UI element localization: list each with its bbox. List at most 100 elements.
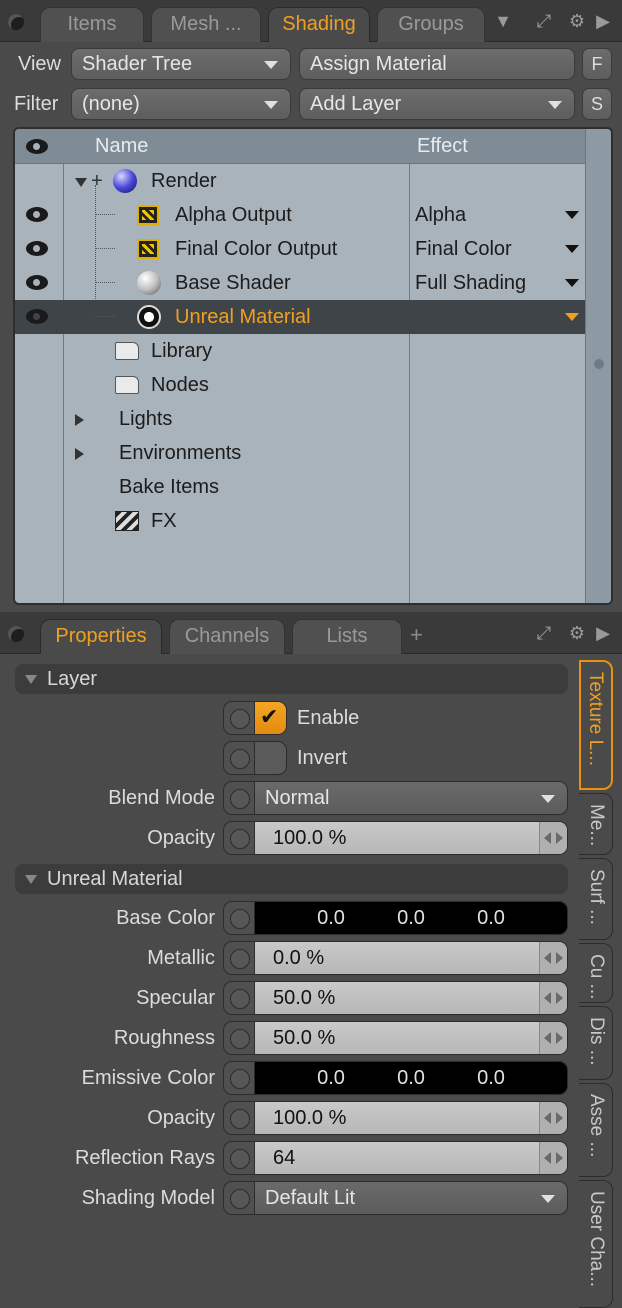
- base-color-b[interactable]: 0.0: [461, 902, 521, 934]
- visibility-eye-icon[interactable]: [26, 241, 48, 256]
- side-tab-curves[interactable]: Cu ...: [579, 943, 613, 1003]
- tree-row-nodes[interactable]: Nodes: [15, 368, 587, 402]
- s-button[interactable]: S: [582, 88, 612, 120]
- emissive-color-field[interactable]: 0.0 0.0 0.0: [254, 1061, 568, 1095]
- column-name-header[interactable]: Name: [95, 129, 148, 164]
- scroll-handle[interactable]: [594, 359, 604, 369]
- chevron-down-icon[interactable]: [565, 279, 579, 287]
- tree-row-library[interactable]: Library: [15, 334, 587, 368]
- spinner-arrows-icon[interactable]: [539, 822, 567, 854]
- effect-value: Full Shading: [415, 272, 527, 294]
- tree-connector: [95, 282, 115, 283]
- tab-lists[interactable]: Lists: [292, 619, 402, 654]
- tree-scrollbar[interactable]: [585, 129, 611, 603]
- unreal-material-section-header[interactable]: Unreal Material: [15, 864, 568, 894]
- tab-channels[interactable]: Channels: [169, 619, 285, 654]
- spinner-arrows-icon[interactable]: [539, 1142, 567, 1174]
- f-button[interactable]: F: [582, 48, 612, 80]
- blend-mode-dropdown[interactable]: Normal: [254, 781, 568, 815]
- metallic-anim-knob[interactable]: [223, 941, 255, 975]
- filter-dropdown[interactable]: (none): [71, 88, 291, 120]
- side-tab-material[interactable]: Me...: [579, 793, 613, 855]
- collapse-triangle-icon[interactable]: [75, 178, 87, 187]
- expand-triangle-icon[interactable]: [75, 414, 84, 426]
- base-color-anim-knob[interactable]: [223, 901, 255, 935]
- add-layer-dropdown[interactable]: Add Layer: [299, 88, 575, 120]
- base-color-field[interactable]: 0.0 0.0 0.0: [254, 901, 568, 935]
- chevron-right-icon[interactable]: ▶: [596, 621, 610, 645]
- tab-mesh[interactable]: Mesh ...: [151, 7, 261, 42]
- chevron-right-icon[interactable]: ▶: [596, 9, 610, 33]
- tree-row-final-color-output[interactable]: Final Color Output Final Color: [15, 232, 587, 266]
- visibility-eye-icon[interactable]: [26, 275, 48, 290]
- column-effect-header[interactable]: Effect: [417, 129, 468, 164]
- chevron-down-icon[interactable]: [565, 211, 579, 219]
- invert-anim-knob[interactable]: [223, 741, 255, 775]
- layer-opacity-anim-knob[interactable]: [223, 821, 255, 855]
- shading-model-dropdown[interactable]: Default Lit: [254, 1181, 568, 1215]
- undock-icon[interactable]: ⤢: [532, 621, 556, 645]
- visibility-eye-icon[interactable]: [26, 207, 48, 222]
- spinner-arrows-icon[interactable]: [539, 982, 567, 1014]
- side-tab-displacement[interactable]: Dis ...: [579, 1006, 613, 1080]
- tree-row-alpha-output[interactable]: Alpha Output Alpha: [15, 198, 587, 232]
- emissive-color-b[interactable]: 0.0: [461, 1062, 521, 1094]
- roughness-field[interactable]: 50.0 %: [254, 1021, 568, 1055]
- reflection-rays-field[interactable]: 64: [254, 1141, 568, 1175]
- tab-properties[interactable]: Properties: [40, 619, 162, 654]
- specular-field[interactable]: 50.0 %: [254, 981, 568, 1015]
- tree-row-fx[interactable]: FX: [15, 504, 587, 538]
- panel-menu-dot-icon[interactable]: [8, 14, 24, 30]
- specular-anim-knob[interactable]: [223, 981, 255, 1015]
- side-tab-user-channels[interactable]: User Cha...: [579, 1180, 613, 1308]
- tree-row-lights[interactable]: Lights: [15, 402, 587, 436]
- tree-row-label: Final Color Output: [175, 238, 338, 260]
- gear-icon[interactable]: ⚙: [565, 9, 589, 33]
- expand-triangle-icon[interactable]: [75, 448, 84, 460]
- tree-row-environments[interactable]: Environments: [15, 436, 587, 470]
- enable-checkbox[interactable]: [254, 701, 287, 735]
- tab-groups[interactable]: Groups: [377, 7, 485, 42]
- side-tab-assembly[interactable]: Asse ...: [579, 1083, 613, 1177]
- tree-row-render[interactable]: + Render: [15, 164, 587, 198]
- emissive-color-r[interactable]: 0.0: [301, 1062, 361, 1094]
- undock-icon[interactable]: ⤢: [532, 9, 556, 33]
- gear-icon[interactable]: ⚙: [565, 621, 589, 645]
- metallic-field[interactable]: 0.0 %: [254, 941, 568, 975]
- roughness-anim-knob[interactable]: [223, 1021, 255, 1055]
- add-tab-button[interactable]: +: [410, 622, 423, 648]
- enable-anim-knob[interactable]: [223, 701, 255, 735]
- chevron-down-icon[interactable]: [565, 245, 579, 253]
- tab-dropdown-icon[interactable]: ▼: [491, 9, 515, 33]
- emissive-color-anim-knob[interactable]: [223, 1061, 255, 1095]
- tree-row-bake-items[interactable]: Bake Items: [15, 470, 587, 504]
- blend-mode-anim-knob[interactable]: [223, 781, 255, 815]
- emissive-color-g[interactable]: 0.0: [381, 1062, 441, 1094]
- side-tab-surface[interactable]: Surf ...: [579, 858, 613, 940]
- tab-items[interactable]: Items: [40, 7, 144, 42]
- material-opacity-field[interactable]: 100.0 %: [254, 1101, 568, 1135]
- collapse-triangle-icon[interactable]: [25, 675, 37, 684]
- shading-model-anim-knob[interactable]: [223, 1181, 255, 1215]
- collapse-triangle-icon[interactable]: [25, 875, 37, 884]
- layer-opacity-field[interactable]: 100.0 %: [254, 821, 568, 855]
- visibility-eye-icon[interactable]: [26, 139, 48, 154]
- visibility-eye-icon[interactable]: [26, 309, 48, 324]
- material-opacity-anim-knob[interactable]: [223, 1101, 255, 1135]
- tab-shading[interactable]: Shading: [268, 7, 370, 42]
- chevron-down-icon[interactable]: [565, 313, 579, 321]
- panel-menu-dot-icon[interactable]: [8, 626, 24, 642]
- assign-material-button[interactable]: Assign Material: [299, 48, 575, 80]
- invert-checkbox[interactable]: [254, 741, 287, 775]
- spinner-arrows-icon[interactable]: [539, 1022, 567, 1054]
- layer-section-header[interactable]: Layer: [15, 664, 568, 694]
- view-dropdown[interactable]: Shader Tree: [71, 48, 291, 80]
- side-tab-texture-layer[interactable]: Texture L...: [579, 660, 613, 790]
- tree-row-unreal-material[interactable]: Unreal Material: [15, 300, 587, 334]
- tree-row-base-shader[interactable]: Base Shader Full Shading: [15, 266, 587, 300]
- reflection-rays-anim-knob[interactable]: [223, 1141, 255, 1175]
- base-color-r[interactable]: 0.0: [301, 902, 361, 934]
- base-color-g[interactable]: 0.0: [381, 902, 441, 934]
- spinner-arrows-icon[interactable]: [539, 942, 567, 974]
- spinner-arrows-icon[interactable]: [539, 1102, 567, 1134]
